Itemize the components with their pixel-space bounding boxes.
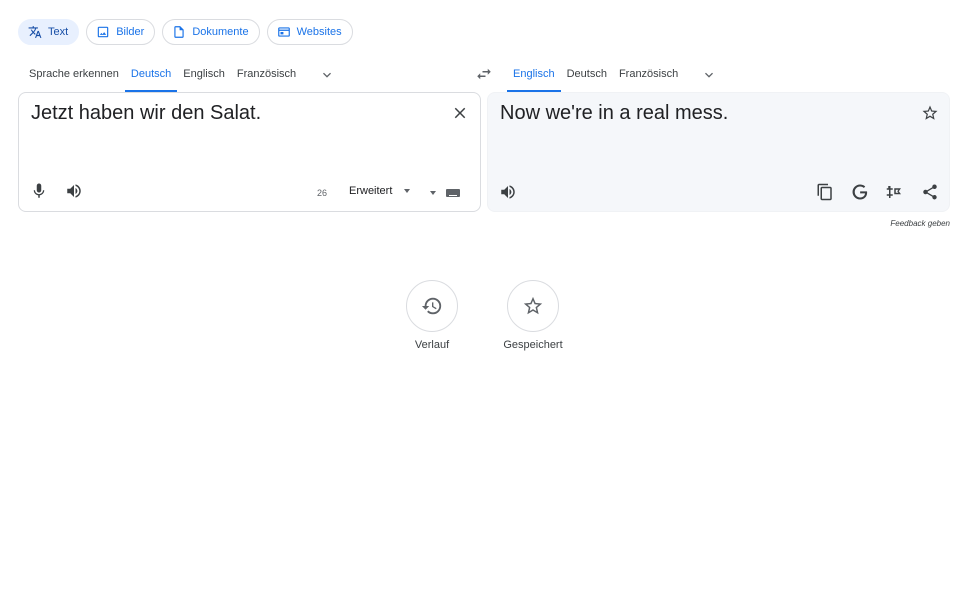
source-text-input[interactable]: Jetzt haben wir den Salat. <box>31 102 261 125</box>
feedback-link[interactable]: Feedback geben <box>890 219 950 228</box>
history-button[interactable] <box>406 280 458 332</box>
swap-languages-button[interactable] <box>472 62 496 86</box>
websites-mode-button[interactable]: Websites <box>266 19 353 45</box>
documents-mode-label: Dokumente <box>192 26 249 38</box>
alternatives-button[interactable] <box>883 180 907 204</box>
source-lang-detect[interactable]: Sprache erkennen <box>23 58 125 92</box>
websites-mode-label: Websites <box>296 26 342 38</box>
source-lang-english[interactable]: Englisch <box>177 58 231 92</box>
alternatives-icon <box>886 186 901 198</box>
google-search-button[interactable] <box>848 180 872 204</box>
source-lang-german[interactable]: Deutsch <box>124 58 178 92</box>
source-more-languages-button[interactable] <box>312 58 342 92</box>
listen-source-button[interactable] <box>62 179 86 203</box>
documents-mode-button[interactable]: Dokumente <box>162 19 260 45</box>
translation-mode-label: Erweitert <box>349 185 393 197</box>
clear-source-button[interactable] <box>448 101 472 125</box>
voice-input-button[interactable] <box>27 179 51 203</box>
keyboard-icon[interactable] <box>446 189 460 197</box>
star-icon <box>922 105 938 120</box>
history-label: Verlauf <box>414 339 450 351</box>
target-lang-french[interactable]: Französisch <box>613 58 684 92</box>
text-mode-label: Text <box>48 26 69 38</box>
translate-icon <box>28 26 42 38</box>
target-lang-german[interactable]: Deutsch <box>561 58 613 92</box>
speaker-icon <box>67 184 81 198</box>
target-lang-english[interactable]: Englisch <box>507 58 561 92</box>
caret-down-icon <box>404 189 411 193</box>
translation-mode-dropdown[interactable]: Erweitert <box>349 185 411 197</box>
listen-translation-button[interactable] <box>496 180 520 204</box>
source-lang-french[interactable]: Französisch <box>231 58 302 92</box>
history-shortcut: Verlauf <box>392 280 472 351</box>
translation-output: Now we're in a real mess. <box>500 102 729 124</box>
speaker-icon <box>501 185 515 199</box>
target-more-languages-button[interactable] <box>694 58 724 92</box>
microphone-icon <box>33 183 45 198</box>
target-language-bar: Englisch Deutsch Französisch <box>502 58 948 92</box>
swap-languages-icon <box>477 68 491 80</box>
input-tools-dropdown-icon[interactable] <box>430 191 436 195</box>
image-icon <box>97 26 109 38</box>
source-panel: Jetzt haben wir den Salat. 26 Erweitert <box>18 92 481 212</box>
mode-bar: Text Bilder Dokumente Websites <box>18 19 353 45</box>
images-mode-button[interactable]: Bilder <box>86 19 156 45</box>
copy-icon <box>817 183 832 201</box>
close-icon <box>454 107 466 119</box>
saved-shortcut: Gespeichert <box>493 280 573 351</box>
history-icon <box>421 297 442 315</box>
share-translation-button[interactable] <box>918 180 942 204</box>
save-translation-button[interactable] <box>918 101 942 125</box>
document-icon <box>174 26 184 38</box>
source-language-bar: Sprache erkennen Deutsch Englisch Franzö… <box>18 58 482 92</box>
target-panel: Now we're in a real mess. <box>487 92 950 212</box>
share-icon <box>923 184 937 200</box>
images-mode-label: Bilder <box>116 26 145 38</box>
star-icon <box>523 296 543 315</box>
google-icon <box>852 184 868 200</box>
chevron-down-icon <box>705 72 714 78</box>
saved-label: Gespeichert <box>503 339 563 351</box>
text-mode-button[interactable]: Text <box>18 19 80 45</box>
saved-button[interactable] <box>507 280 559 332</box>
chevron-down-icon <box>323 72 332 78</box>
character-count: 26 <box>317 188 328 198</box>
web-icon <box>277 27 290 37</box>
copy-translation-button[interactable] <box>813 180 837 204</box>
